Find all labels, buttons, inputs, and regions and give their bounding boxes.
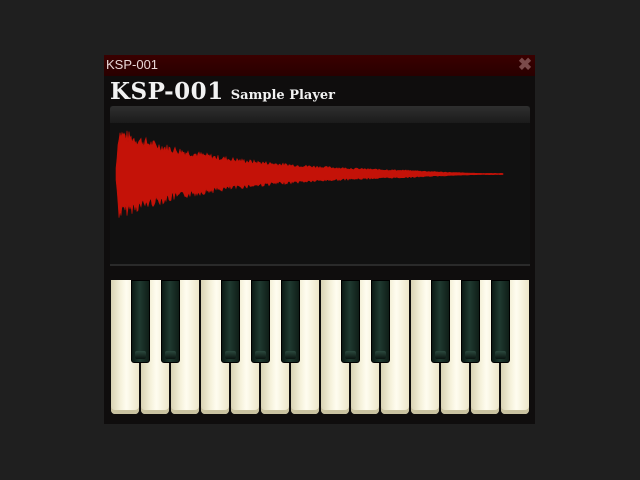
piano-keyboard[interactable] xyxy=(110,280,530,415)
waveform-panel[interactable] xyxy=(110,106,530,266)
waveform-toolbar xyxy=(110,106,530,123)
black-key[interactable] xyxy=(220,280,240,363)
black-key[interactable] xyxy=(280,280,300,363)
black-key[interactable] xyxy=(490,280,510,363)
black-key[interactable] xyxy=(130,280,150,363)
close-icon[interactable]: ✖ xyxy=(516,56,534,74)
black-key[interactable] xyxy=(370,280,390,363)
plugin-subtitle: Sample Player xyxy=(230,88,335,103)
black-key[interactable] xyxy=(340,280,360,363)
black-key[interactable] xyxy=(460,280,480,363)
black-key[interactable] xyxy=(250,280,270,363)
title-bar[interactable]: KSP-001 ✖ xyxy=(104,55,535,76)
window-title: KSP-001 xyxy=(106,57,159,72)
waveform-path xyxy=(115,130,504,218)
plugin-window: KSP-001 ✖ KSP-001 Sample Player xyxy=(104,55,535,424)
waveform-display xyxy=(115,130,504,218)
plugin-heading: KSP-001 Sample Player xyxy=(110,78,335,108)
plugin-name: KSP-001 xyxy=(110,78,224,105)
black-key[interactable] xyxy=(160,280,180,363)
black-key[interactable] xyxy=(430,280,450,363)
